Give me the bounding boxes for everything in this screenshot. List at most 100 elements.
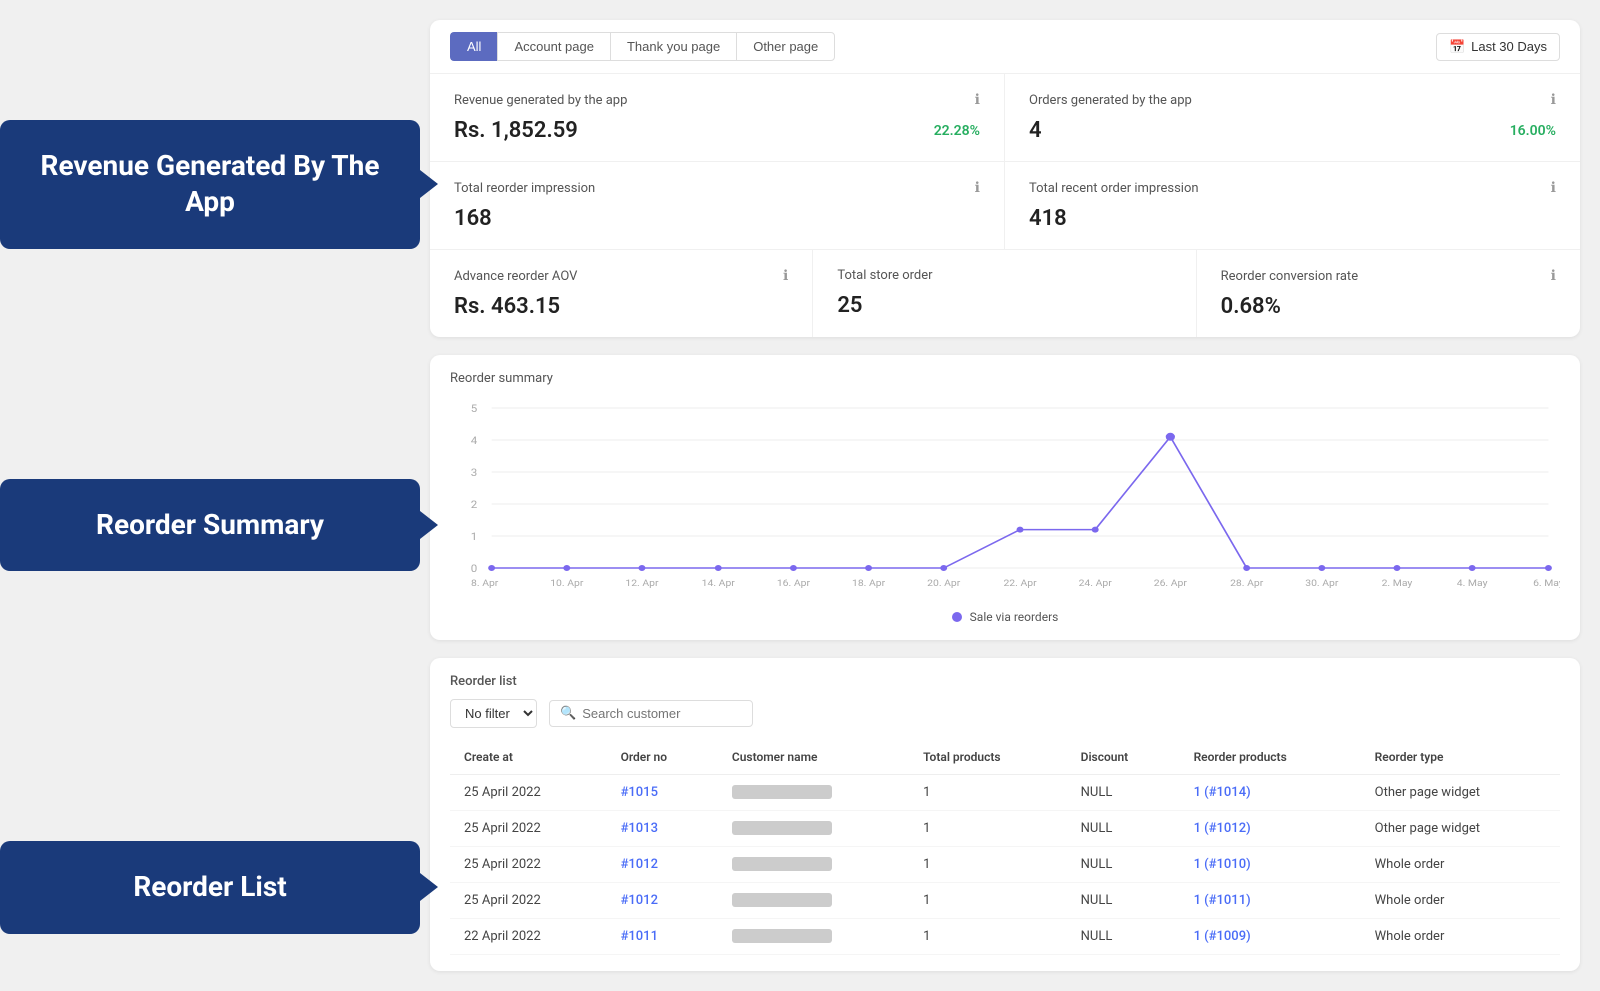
metric-reorder-title: Total reorder impression — [454, 181, 595, 196]
info-icon-conversion[interactable]: ℹ — [1551, 268, 1556, 284]
metrics-row-3: Advance reorder AOV ℹ Rs. 463.15 Total s… — [430, 250, 1580, 337]
col-header-type: Reorder type — [1361, 740, 1560, 775]
metric-store-title: Total store order — [837, 268, 932, 283]
cell-customer: XXXXXXXXXX — [718, 775, 909, 811]
cell-date: 22 April 2022 — [450, 919, 607, 955]
info-icon-orders[interactable]: ℹ — [1551, 92, 1556, 108]
table-row: 25 April 2022 #1012 XXXXXXXXXX 1 NULL 1 … — [450, 883, 1560, 919]
cell-total: 1 — [909, 883, 1067, 919]
table-row: 25 April 2022 #1012 XXXXXXXXXX 1 NULL 1 … — [450, 847, 1560, 883]
card-header: All Account page Thank you page Other pa… — [430, 20, 1580, 74]
cell-type: Whole order — [1361, 883, 1560, 919]
info-icon-revenue[interactable]: ℹ — [975, 92, 980, 108]
col-header-date: Create at — [450, 740, 607, 775]
svg-text:18. Apr: 18. Apr — [852, 579, 886, 589]
metric-orders-title: Orders generated by the app — [1029, 93, 1192, 108]
table-title: Reorder list — [450, 674, 1560, 689]
cell-customer: XXXXXXXXXX — [718, 919, 909, 955]
cell-order[interactable]: #1013 — [607, 811, 718, 847]
filter-select[interactable]: No filter — [450, 699, 537, 728]
date-filter-label: Last 30 Days — [1471, 39, 1547, 54]
cell-reorder[interactable]: 1 (#1009) — [1180, 919, 1361, 955]
table-row: 22 April 2022 #1011 XXXXXXXXXX 1 NULL 1 … — [450, 919, 1560, 955]
metric-orders: Orders generated by the app ℹ 4 16.00% — [1005, 74, 1580, 161]
metric-conversion: Reorder conversion rate ℹ 0.68% — [1197, 250, 1580, 337]
tab-all[interactable]: All — [450, 32, 497, 61]
tab-other[interactable]: Other page — [736, 32, 835, 61]
tab-account[interactable]: Account page — [497, 32, 610, 61]
metric-aov-title: Advance reorder AOV — [454, 269, 577, 284]
svg-text:2: 2 — [471, 499, 478, 511]
tab-thankyou[interactable]: Thank you page — [610, 32, 736, 61]
metric-store-order: Total store order 25 — [813, 250, 1196, 337]
svg-text:2. May: 2. May — [1382, 579, 1413, 589]
metric-store-value: 25 — [837, 293, 862, 318]
cell-type: Whole order — [1361, 919, 1560, 955]
svg-text:22. Apr: 22. Apr — [1003, 579, 1037, 589]
table-header-row: Create at Order no Customer name Total p… — [450, 740, 1560, 775]
svg-text:8. Apr: 8. Apr — [471, 579, 499, 589]
search-input[interactable] — [582, 706, 742, 721]
metric-conversion-value: 0.68% — [1221, 294, 1281, 319]
metrics-row-1: Revenue generated by the app ℹ Rs. 1,852… — [430, 74, 1580, 162]
cell-total: 1 — [909, 811, 1067, 847]
chart-svg: 5 4 3 2 1 0 — [450, 398, 1560, 598]
legend-label: Sale via reorders — [970, 610, 1059, 624]
search-icon: 🔍 — [560, 706, 576, 721]
metrics-row-2: Total reorder impression ℹ 168 Total rec… — [430, 162, 1580, 250]
cell-discount: NULL — [1067, 883, 1180, 919]
metric-reorder-impression: Total reorder impression ℹ 168 — [430, 162, 1005, 249]
main-content: All Account page Thank you page Other pa… — [420, 0, 1600, 991]
metric-recent-value: 418 — [1029, 206, 1067, 231]
chart-title: Reorder summary — [450, 371, 1560, 386]
metrics-card: All Account page Thank you page Other pa… — [430, 20, 1580, 337]
cell-customer: XXXXXXXXXX — [718, 811, 909, 847]
metric-reorder-value: 168 — [454, 206, 492, 231]
revenue-label: Revenue Generated By The App — [0, 120, 420, 249]
cell-reorder[interactable]: 1 (#1012) — [1180, 811, 1361, 847]
cell-date: 25 April 2022 — [450, 847, 607, 883]
left-labels-panel: Revenue Generated By The App Reorder Sum… — [0, 0, 420, 934]
info-icon-recent[interactable]: ℹ — [1551, 180, 1556, 196]
legend-dot — [952, 612, 962, 622]
cell-reorder[interactable]: 1 (#1010) — [1180, 847, 1361, 883]
svg-text:4. May: 4. May — [1457, 579, 1488, 589]
data-table: Create at Order no Customer name Total p… — [450, 740, 1560, 955]
svg-text:14. Apr: 14. Apr — [702, 579, 736, 589]
date-filter-button[interactable]: 📅 Last 30 Days — [1436, 33, 1560, 61]
calendar-icon: 📅 — [1449, 39, 1465, 55]
svg-text:12. Apr: 12. Apr — [625, 579, 659, 589]
metric-revenue-badge: 22.28% — [934, 123, 980, 139]
info-icon-aov[interactable]: ℹ — [783, 268, 788, 284]
svg-text:6. May: 6. May — [1533, 579, 1560, 589]
info-icon-reorder[interactable]: ℹ — [975, 180, 980, 196]
cell-order[interactable]: #1012 — [607, 847, 718, 883]
tabs-row: All Account page Thank you page Other pa… — [450, 32, 835, 61]
cell-customer: XXXXXXXXXX — [718, 883, 909, 919]
cell-order[interactable]: #1015 — [607, 775, 718, 811]
cell-discount: NULL — [1067, 811, 1180, 847]
cell-discount: NULL — [1067, 919, 1180, 955]
metric-recent-impression: Total recent order impression ℹ 418 — [1005, 162, 1580, 249]
metric-conversion-title: Reorder conversion rate — [1221, 269, 1358, 284]
cell-reorder[interactable]: 1 (#1011) — [1180, 883, 1361, 919]
chart-legend: Sale via reorders — [450, 610, 1560, 624]
cell-order[interactable]: #1011 — [607, 919, 718, 955]
cell-type: Other page widget — [1361, 811, 1560, 847]
cell-total: 1 — [909, 919, 1067, 955]
cell-type: Other page widget — [1361, 775, 1560, 811]
svg-text:26. Apr: 26. Apr — [1154, 579, 1188, 589]
search-wrapper: 🔍 — [549, 700, 753, 727]
table-card: Reorder list No filter 🔍 Create at Order… — [430, 658, 1580, 971]
metric-recent-title: Total recent order impression — [1029, 181, 1199, 196]
metric-orders-value: 4 — [1029, 118, 1042, 143]
svg-text:3: 3 — [471, 467, 478, 479]
cell-reorder[interactable]: 1 (#1014) — [1180, 775, 1361, 811]
svg-text:1: 1 — [471, 531, 478, 543]
table-row: 25 April 2022 #1013 XXXXXXXXXX 1 NULL 1 … — [450, 811, 1560, 847]
col-header-customer: Customer name — [718, 740, 909, 775]
svg-text:5: 5 — [471, 403, 478, 415]
svg-text:20. Apr: 20. Apr — [927, 579, 961, 589]
svg-text:0: 0 — [471, 563, 478, 575]
cell-order[interactable]: #1012 — [607, 883, 718, 919]
